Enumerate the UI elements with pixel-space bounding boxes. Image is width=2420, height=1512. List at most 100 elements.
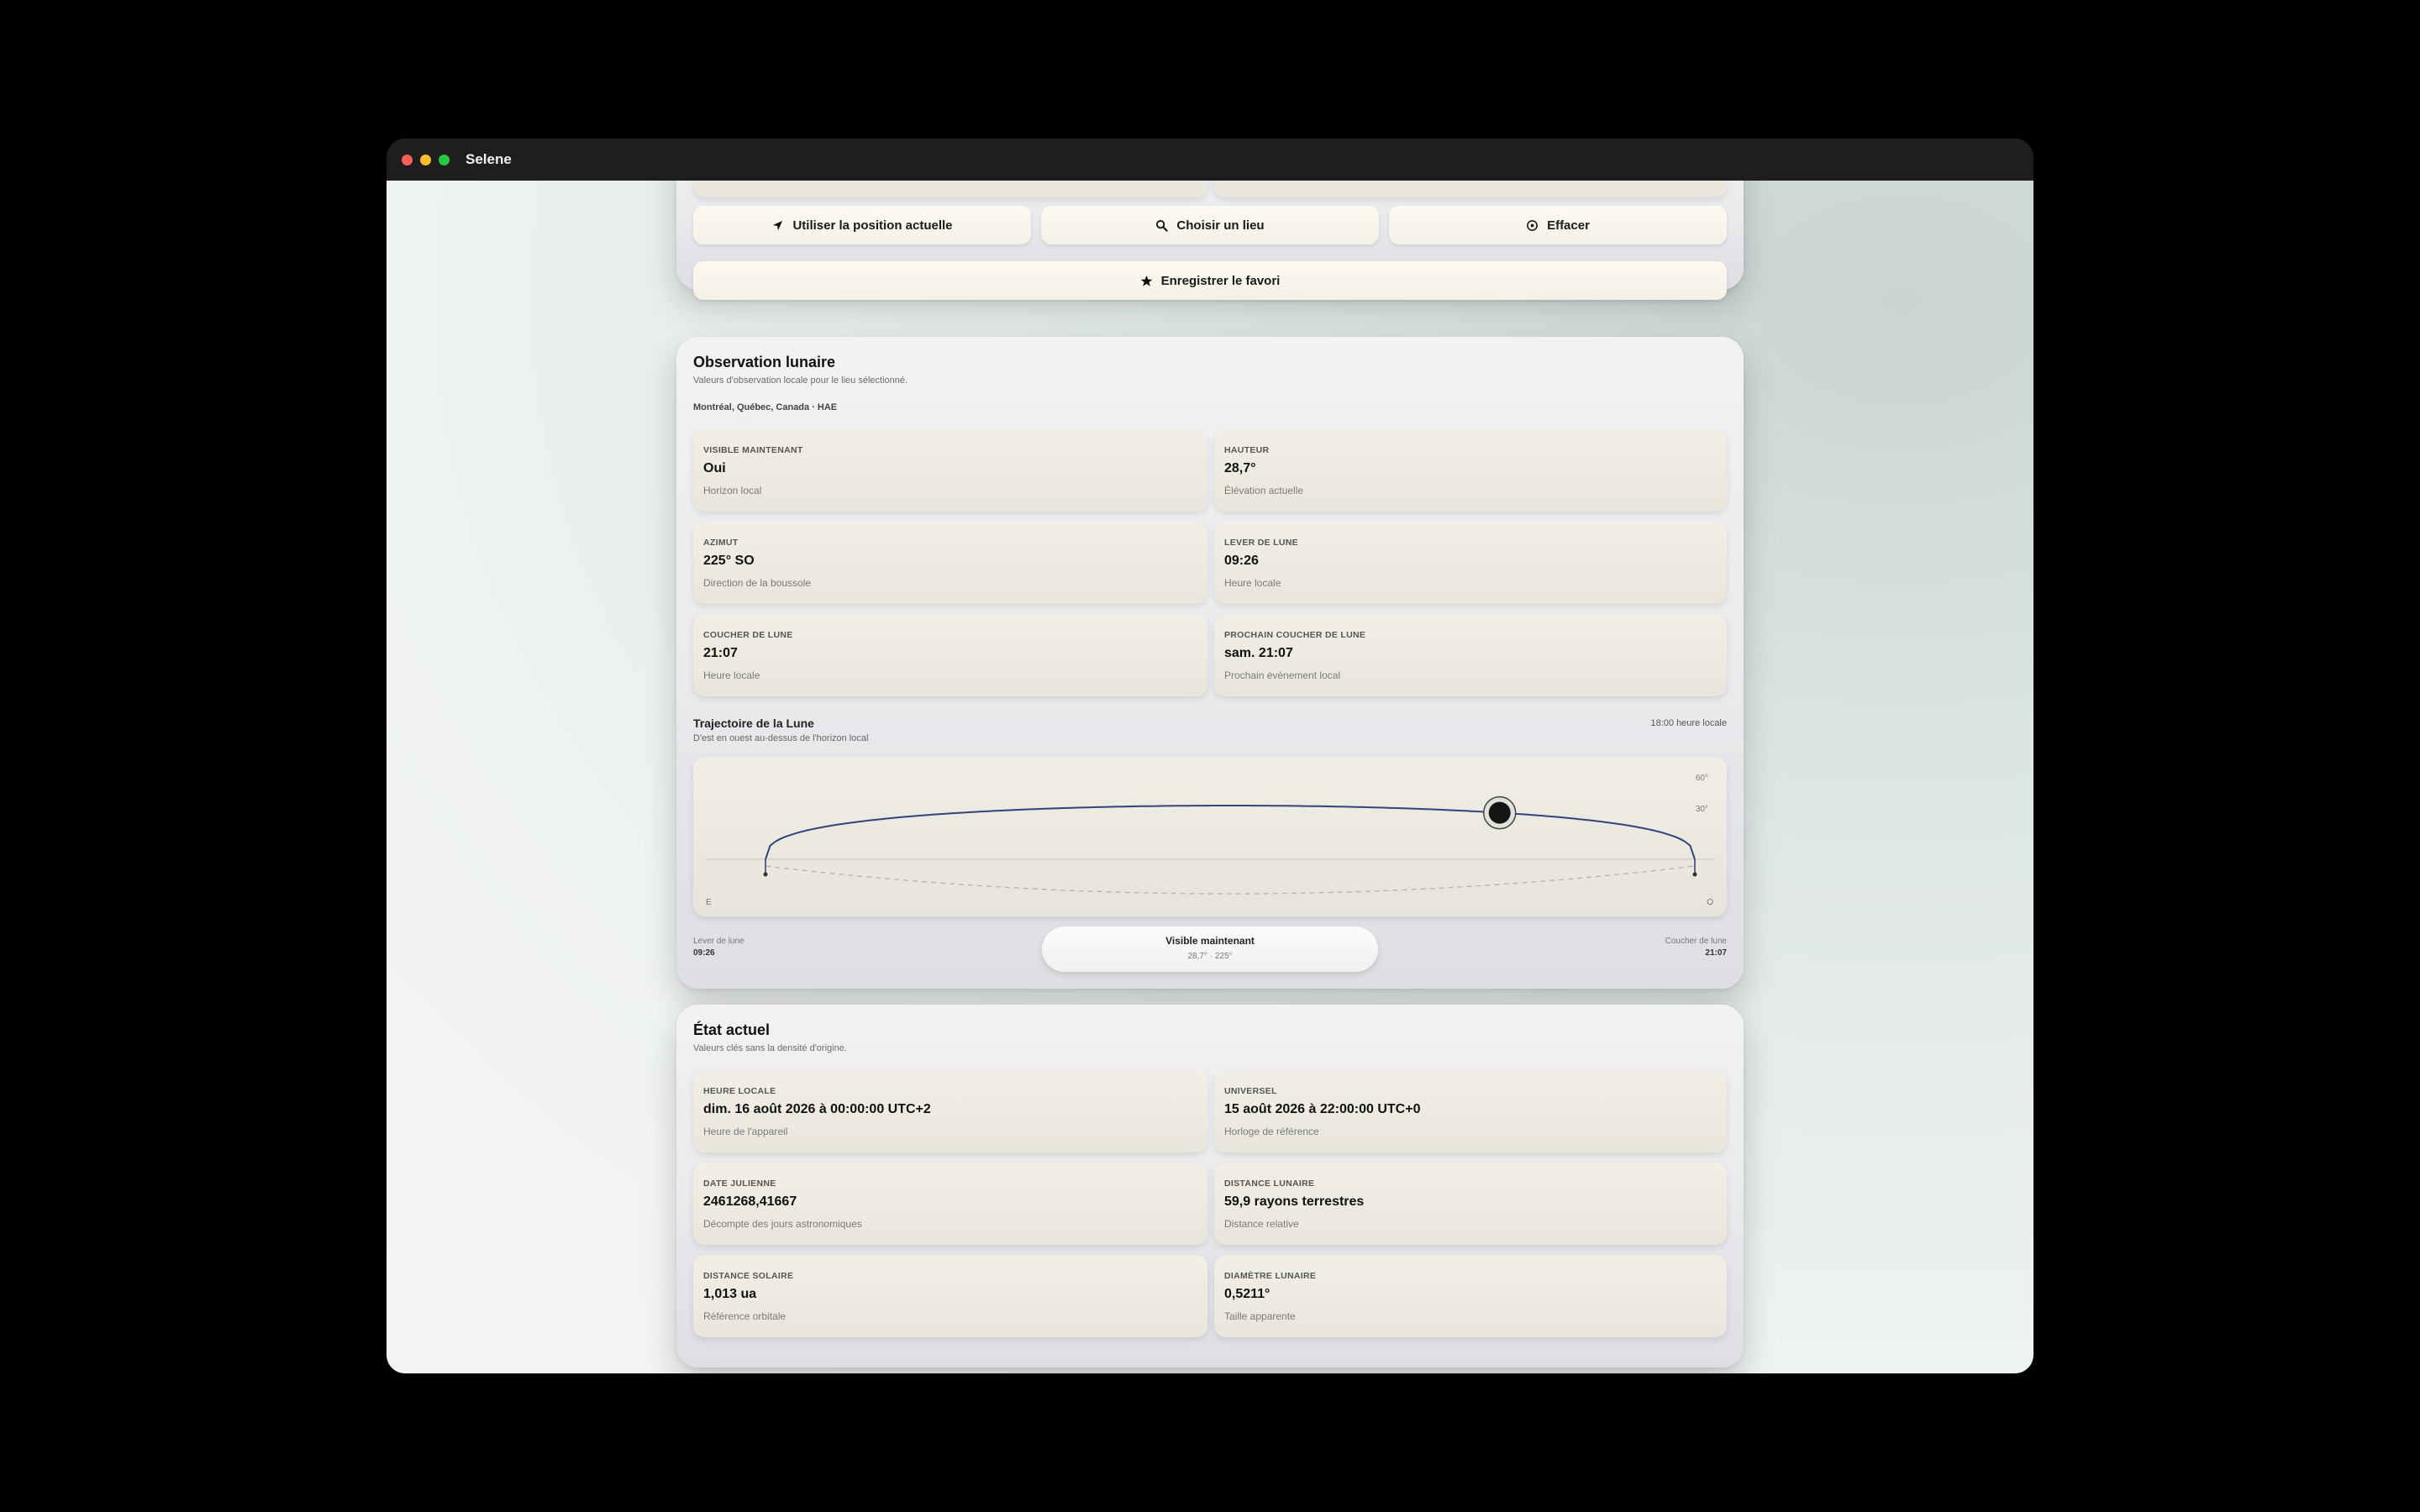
current-state-subtitle: Valeurs clés sans la densité d'origine. <box>693 1043 847 1053</box>
trajectory-time: 18:00 heure locale <box>1650 718 1727 728</box>
moonrise-summary-label: Lever de lune <box>693 937 744 946</box>
stat-hint: Heure locale <box>1224 577 1281 589</box>
stat-hint: Direction de la boussole <box>703 577 812 589</box>
state-value: 0,5211° <box>1224 1287 1270 1301</box>
visibility-status: Visible maintenant <box>1165 935 1255 947</box>
stat-value: 28,7° <box>1224 461 1256 475</box>
state-card-lunar-diameter: DIAMÈTRE LUNAIRE 0,5211° Taille apparent… <box>1214 1255 1727 1337</box>
above-horizon-path <box>765 805 1696 860</box>
state-label: DIAMÈTRE LUNAIRE <box>1224 1271 1317 1281</box>
state-card-julian-date: DATE JULIENNE 2461268,41667 Décompte des… <box>693 1163 1207 1245</box>
window-title: Selene <box>466 151 512 167</box>
visibility-status-pill: Visible maintenant 28,7° · 225° <box>1042 927 1378 972</box>
stat-value: sam. 21:07 <box>1224 646 1293 660</box>
observation-panel: Observation lunaire Valeurs d'observatio… <box>676 337 1744 989</box>
zoom-window-button[interactable] <box>439 154 450 165</box>
state-label: UNIVERSEL <box>1224 1086 1277 1096</box>
state-label: DISTANCE LUNAIRE <box>1224 1179 1315 1189</box>
stat-card-next-moonset: PROCHAIN COUCHER DE LUNE sam. 21:07 Proc… <box>1214 614 1727 696</box>
stat-card-visible: VISIBLE MAINTENANT Oui Horizon local <box>693 429 1207 512</box>
state-hint: Taille apparente <box>1224 1310 1296 1322</box>
search-icon <box>1156 219 1169 232</box>
state-label: DISTANCE SOLAIRE <box>703 1271 794 1281</box>
state-value: 59,9 rayons terrestres <box>1224 1194 1365 1209</box>
save-favorite-label: Enregistrer le favori <box>1160 273 1281 288</box>
stat-hint: Heure locale <box>703 669 760 681</box>
star-icon <box>1140 275 1152 286</box>
stat-value: 09:26 <box>1224 554 1259 568</box>
state-hint: Décompte des jours astronomiques <box>703 1218 862 1230</box>
use-current-location-button[interactable]: Utiliser la position actuelle <box>693 206 1031 244</box>
state-hint: Heure de l'appareil <box>703 1126 788 1137</box>
location-arrow-icon <box>773 220 783 230</box>
moonrise-dot <box>763 872 768 877</box>
state-label: DATE JULIENNE <box>703 1179 776 1189</box>
stat-label: VISIBLE MAINTENANT <box>703 445 803 455</box>
location-field-left <box>693 181 1207 197</box>
axis-label-east: E <box>706 898 712 907</box>
observation-location: Montréal, Québec, Canada · HAE <box>693 402 838 412</box>
stat-value: 225° SO <box>703 554 755 568</box>
clear-button[interactable]: Effacer <box>1389 206 1727 244</box>
moonset-summary: Coucher de lune 21:07 <box>1665 937 1727 958</box>
below-horizon-path <box>765 865 1696 895</box>
save-favorite-button[interactable]: Enregistrer le favori <box>693 261 1727 300</box>
moon-icon <box>1488 801 1511 824</box>
state-card-universal: UNIVERSEL 15 août 2026 à 22:00:00 UTC+0 … <box>1214 1070 1727 1152</box>
observation-title: Observation lunaire <box>693 354 836 370</box>
visibility-detail: 28,7° · 225° <box>1187 952 1233 961</box>
state-hint: Référence orbitale <box>703 1310 786 1322</box>
stat-label: PROCHAIN COUCHER DE LUNE <box>1224 630 1366 640</box>
axis-label-60: 60° <box>1695 774 1708 783</box>
stat-label: LEVER DE LUNE <box>1224 538 1298 548</box>
trajectory-svg <box>705 795 1715 895</box>
state-card-lunar-distance: DISTANCE LUNAIRE 59,9 rayons terrestres … <box>1214 1163 1727 1245</box>
stat-label: AZIMUT <box>703 538 739 548</box>
clear-label: Effacer <box>1547 218 1590 233</box>
state-label: HEURE LOCALE <box>703 1086 776 1096</box>
moonrise-summary: Lever de lune 09:26 <box>693 937 744 958</box>
state-value: 1,013 ua <box>703 1287 757 1301</box>
app-window: Selene Utiliser la position actuelle Cho… <box>387 139 2033 1373</box>
state-value: dim. 16 août 2026 à 00:00:00 UTC+2 <box>703 1102 931 1116</box>
main-scroll-area[interactable]: Utiliser la position actuelle Choisir un… <box>387 181 2033 1373</box>
stat-value: 21:07 <box>703 646 738 660</box>
stat-card-altitude: HAUTEUR 28,7° Élévation actuelle <box>1214 429 1727 512</box>
stat-value: Oui <box>703 461 726 475</box>
state-card-local-time: HEURE LOCALE dim. 16 août 2026 à 00:00:0… <box>693 1070 1207 1152</box>
observation-subtitle: Valeurs d'observation locale pour le lie… <box>693 375 908 386</box>
state-card-solar-distance: DISTANCE SOLAIRE 1,013 ua Référence orbi… <box>693 1255 1207 1337</box>
moonset-summary-label: Coucher de lune <box>1665 937 1727 946</box>
stat-hint: Horizon local <box>703 485 762 496</box>
stat-label: COUCHER DE LUNE <box>703 630 793 640</box>
moonset-dot <box>1692 872 1697 877</box>
moonset-summary-time: 21:07 <box>1705 948 1727 958</box>
trajectory-title: Trajectoire de la Lune <box>693 717 814 730</box>
axis-label-west: O <box>1707 898 1713 907</box>
minimize-window-button[interactable] <box>420 154 431 165</box>
axis-label-30: 30° <box>1695 805 1708 814</box>
close-window-button[interactable] <box>402 154 413 165</box>
use-current-location-label: Utiliser la position actuelle <box>792 218 953 233</box>
stat-card-moonrise: LEVER DE LUNE 09:26 Heure locale <box>1214 522 1727 604</box>
choose-place-label: Choisir un lieu <box>1176 218 1265 233</box>
state-value: 15 août 2026 à 22:00:00 UTC+0 <box>1224 1102 1421 1116</box>
trajectory-chart: 60° 30° E O <box>693 757 1727 916</box>
location-panel: Utiliser la position actuelle Choisir un… <box>676 181 1744 300</box>
trajectory-subtitle: D'est en ouest au-dessus de l'horizon lo… <box>693 733 869 743</box>
title-bar: Selene <box>387 139 2033 181</box>
choose-place-button[interactable]: Choisir un lieu <box>1041 206 1379 244</box>
stat-hint: Élévation actuelle <box>1224 485 1304 496</box>
state-hint: Distance relative <box>1224 1218 1299 1230</box>
state-hint: Horloge de référence <box>1224 1126 1319 1137</box>
state-value: 2461268,41667 <box>703 1194 797 1209</box>
location-field-right <box>1214 181 1727 197</box>
stat-card-moonset: COUCHER DE LUNE 21:07 Heure locale <box>693 614 1207 696</box>
moon-position-marker <box>1482 795 1517 830</box>
moonrise-summary-time: 09:26 <box>693 948 715 958</box>
stat-hint: Prochain événement local <box>1224 669 1341 681</box>
current-state-title: État actuel <box>693 1021 771 1038</box>
current-state-panel: État actuel Valeurs clés sans la densité… <box>676 1005 1744 1368</box>
clear-circle-icon <box>1527 219 1538 231</box>
stat-label: HAUTEUR <box>1224 445 1270 455</box>
